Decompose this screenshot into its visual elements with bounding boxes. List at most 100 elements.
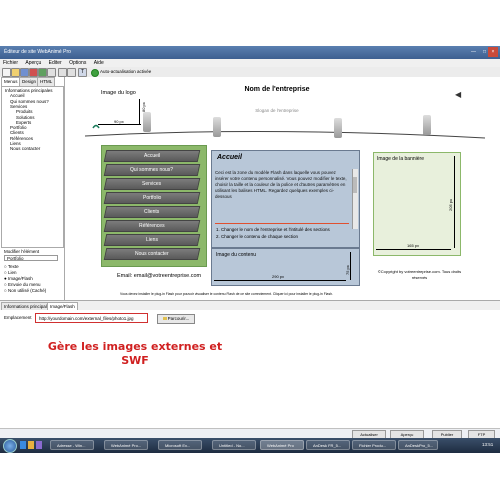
content-height-line (350, 252, 351, 280)
copyright-text: ©Copyright by votreentreprise.com. Tous … (377, 269, 462, 280)
taskbar-item[interactable]: AnDeskPro_5... (398, 440, 438, 450)
menu-apercu[interactable]: Aperçu (25, 60, 41, 66)
logo-image-label: Image du logo (101, 90, 136, 96)
taskbar-item[interactable]: Fichier Produ... (352, 440, 396, 450)
tab-menus[interactable]: Menus (1, 77, 21, 86)
menu-item-liens[interactable]: Liens (103, 234, 201, 246)
accueil-list-item: 2. Changer le contenu de chaque section (216, 234, 299, 239)
menu-item-nous-contacter[interactable]: Nous contacter (103, 248, 201, 260)
contact-email: Email: email@votreentreprise.com (117, 273, 202, 279)
taskbar-item[interactable]: WebAnimé Pro... (104, 440, 148, 450)
ie-icon[interactable] (20, 441, 26, 449)
menu-item-references[interactable]: Références (103, 220, 201, 232)
image-flash-panel (0, 310, 500, 428)
window-titlebar: Éditeur de site WebAnimé Pro — □ × (0, 46, 500, 59)
menu-item-services[interactable]: Services (103, 178, 201, 190)
banner-height-label: 205 px (448, 198, 453, 211)
accueil-list-item: 1. Changer le nom de l'entreprise et l'i… (216, 227, 330, 232)
menu-item-qui-sommes-nous[interactable]: Qui sommes nous? (103, 164, 201, 176)
radio-hidden[interactable]: ○ Non utilisé (Caché) (4, 288, 46, 293)
radio-text[interactable]: ○ Texte (4, 264, 19, 269)
windows-taskbar: Adresse - Win... WebAnimé Pro... Microso… (0, 438, 500, 453)
content-image-box: Image du contenu 290 px 75 px (211, 248, 360, 286)
image-url-input[interactable]: http://yourdomain.com/external_files/pho… (35, 313, 148, 323)
menu-aide[interactable]: Aide (94, 60, 104, 66)
taskbar-item[interactable]: Untitled - No... (212, 440, 256, 450)
element-name-field[interactable]: Portfolio (4, 255, 58, 261)
template-menu: Accueil Qui sommes nous? Services Portfo… (101, 145, 207, 267)
accueil-title: Accueil (217, 154, 242, 161)
menu-tree: Informations principales Accueil Qui som… (1, 86, 64, 248)
content-image-label: Image du contenu (216, 252, 257, 258)
check-icon (91, 69, 99, 77)
content-width-label: 290 px (272, 274, 285, 279)
paste-icon[interactable] (67, 68, 76, 77)
maximize-icon[interactable]: □ (483, 46, 486, 59)
radio-submenu[interactable]: ○ Envoie du menu (4, 282, 41, 287)
menu-item-accueil[interactable]: Accueil (103, 150, 201, 162)
banner-image-box: Image de la bannière 165 px 205 px (373, 152, 461, 256)
menu-fichier[interactable]: Fichier (3, 60, 18, 66)
flash-plugin-note: Vous devez installer le plug-in Flash po… (120, 292, 333, 296)
logo-height-label: 80 px (141, 102, 146, 112)
start-button[interactable] (3, 439, 17, 453)
location-label: Emplacement (4, 315, 32, 320)
minimize-icon[interactable]: — (471, 46, 476, 59)
taskbar-item[interactable]: Adresse - Win... (50, 440, 94, 450)
logo-height-line (139, 99, 140, 124)
banner-height-line (454, 156, 455, 248)
taskbar-item-active[interactable]: WebAnimé Pro (260, 440, 304, 450)
close-icon[interactable]: × (488, 47, 498, 57)
clothespin-icon (423, 115, 431, 135)
screen-bottom-margin (0, 453, 500, 500)
open-icon[interactable] (11, 68, 20, 77)
clothespin-icon (334, 118, 342, 138)
taskbar-item[interactable]: Microsoft Ex... (158, 440, 202, 450)
radio-link[interactable]: ○ Lien (4, 270, 16, 275)
menu-item-clients[interactable]: Clients (103, 206, 201, 218)
delete-icon[interactable] (29, 68, 38, 77)
logo-width-line (98, 124, 141, 125)
content-height-label: 75 px (345, 265, 350, 275)
clothesline (84, 124, 486, 139)
accueil-scrollbar[interactable] (352, 169, 358, 229)
company-name: Nom de l'entreprise (244, 86, 310, 93)
browse-button[interactable]: Parcourir... (157, 314, 195, 324)
copy-icon[interactable] (58, 68, 67, 77)
feature-headline: Gère les images externes et SWF (47, 340, 223, 367)
banner-width-line (376, 249, 451, 250)
taskbar-item[interactable]: AnDesk FR_5... (306, 440, 350, 450)
menu-editer[interactable]: Editer (49, 60, 62, 66)
clothespin-icon (143, 112, 151, 132)
folder-icon[interactable] (28, 441, 34, 449)
radio-image-flash[interactable]: ● Image/Flash (4, 276, 33, 281)
media-icon[interactable] (36, 441, 42, 449)
banner-width-label: 165 px (407, 243, 420, 248)
tab-html[interactable]: HTML (37, 77, 56, 86)
accueil-text: Ceci est la zone du modèle Flash dans la… (215, 170, 347, 199)
cut-icon[interactable] (47, 68, 56, 77)
sidebar: Menus Design HTML Informations principal… (0, 77, 65, 300)
logo-width-label: 90 px (114, 119, 124, 124)
window-title: Éditeur de site WebAnimé Pro (4, 49, 71, 55)
clothespin-icon (213, 117, 221, 137)
refresh-icon[interactable] (38, 68, 47, 77)
clock: 13:51 (482, 442, 494, 447)
menubar: Fichier Aperçu Editer Options Aide (0, 59, 500, 67)
content-width-line (214, 280, 346, 281)
save-icon[interactable] (20, 68, 29, 77)
sound-icon[interactable]: ◀ (455, 90, 461, 99)
text-icon[interactable]: T (78, 68, 87, 77)
screen-top-margin (0, 0, 500, 46)
menu-options[interactable]: Options (69, 60, 86, 66)
banner-image-label: Image de la bannière (377, 156, 424, 162)
company-slogan: Slogan de l'entreprise (255, 108, 299, 113)
edit-element-label: Modifier l'élément (4, 249, 40, 254)
scrollbar-thumb[interactable] (353, 177, 357, 193)
accueil-divider (215, 223, 349, 224)
new-icon[interactable] (2, 68, 11, 77)
tree-item[interactable]: Nous contacter (10, 146, 40, 151)
tab-design[interactable]: Design (19, 77, 40, 86)
menu-item-portfolio[interactable]: Portfolio (103, 192, 201, 204)
auto-update-label[interactable]: Auto-actualisation activée (100, 68, 151, 76)
